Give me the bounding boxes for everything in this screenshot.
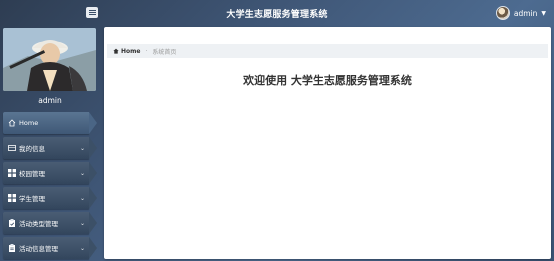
sidebar-item-label: 我的信息 [19,145,45,153]
username: admin [513,8,538,18]
sidebar-item-label: 活动类型管理 [19,220,58,228]
chevron-down-icon: ⌄ [79,219,85,227]
breadcrumb: Home · 系统首页 [107,44,548,58]
breadcrumb-current: 系统首页 [152,48,177,56]
user-avatar [495,6,510,20]
app-title: 大学生志愿服务管理系统 [226,10,328,20]
sidebar-item-campus[interactable]: 校园管理 ⌄ [3,162,97,184]
clipboard-icon [8,219,16,227]
breadcrumb-home[interactable]: Home [113,48,140,55]
chevron-down-icon: ⌄ [79,244,85,252]
sidebar-item-label: 校园管理 [19,170,45,178]
chevron-down-icon: ⌄ [79,169,85,177]
sidebar-item-label: 学生管理 [19,195,45,203]
sidebar-item-home[interactable]: Home [3,112,97,134]
caret-down-icon: ▼ [541,9,546,17]
sidebar: admin Home 我的信息 ⌄ 校园管理 ⌄ 学生管理 ⌄ 活动类型管理 ⌄ [0,26,100,261]
breadcrumb-home-label: Home [121,47,141,55]
sidebar-item-activity-info[interactable]: 活动信息管理 ⌄ [3,237,97,259]
home-icon [113,48,119,54]
user-menu[interactable]: admin ▼ [495,6,546,20]
id-card-icon [8,144,16,152]
sidebar-item-students[interactable]: 学生管理 ⌄ [3,187,97,209]
sidebar-item-label: Home [19,119,39,127]
clipboard-icon [8,244,16,252]
top-navbar: 大学生志愿服务管理系统 admin ▼ [0,0,554,26]
sidebar-item-activity-types[interactable]: 活动类型管理 ⌄ [3,212,97,234]
profile-name: admin [38,96,62,105]
grid-icon [8,194,16,202]
profile-image [3,28,96,91]
grid-icon [8,169,16,177]
main-content: Home · 系统首页 欢迎使用 大学生志愿服务管理系统 [104,27,551,259]
chevron-down-icon: ⌄ [79,194,85,202]
sidebar-item-my-info[interactable]: 我的信息 ⌄ [3,137,97,159]
breadcrumb-separator: · [145,47,148,55]
home-icon [8,119,16,127]
welcome-heading: 欢迎使用 大学生志愿服务管理系统 [243,74,412,87]
sidebar-item-label: 活动信息管理 [19,245,58,253]
chevron-down-icon: ⌄ [79,144,85,152]
